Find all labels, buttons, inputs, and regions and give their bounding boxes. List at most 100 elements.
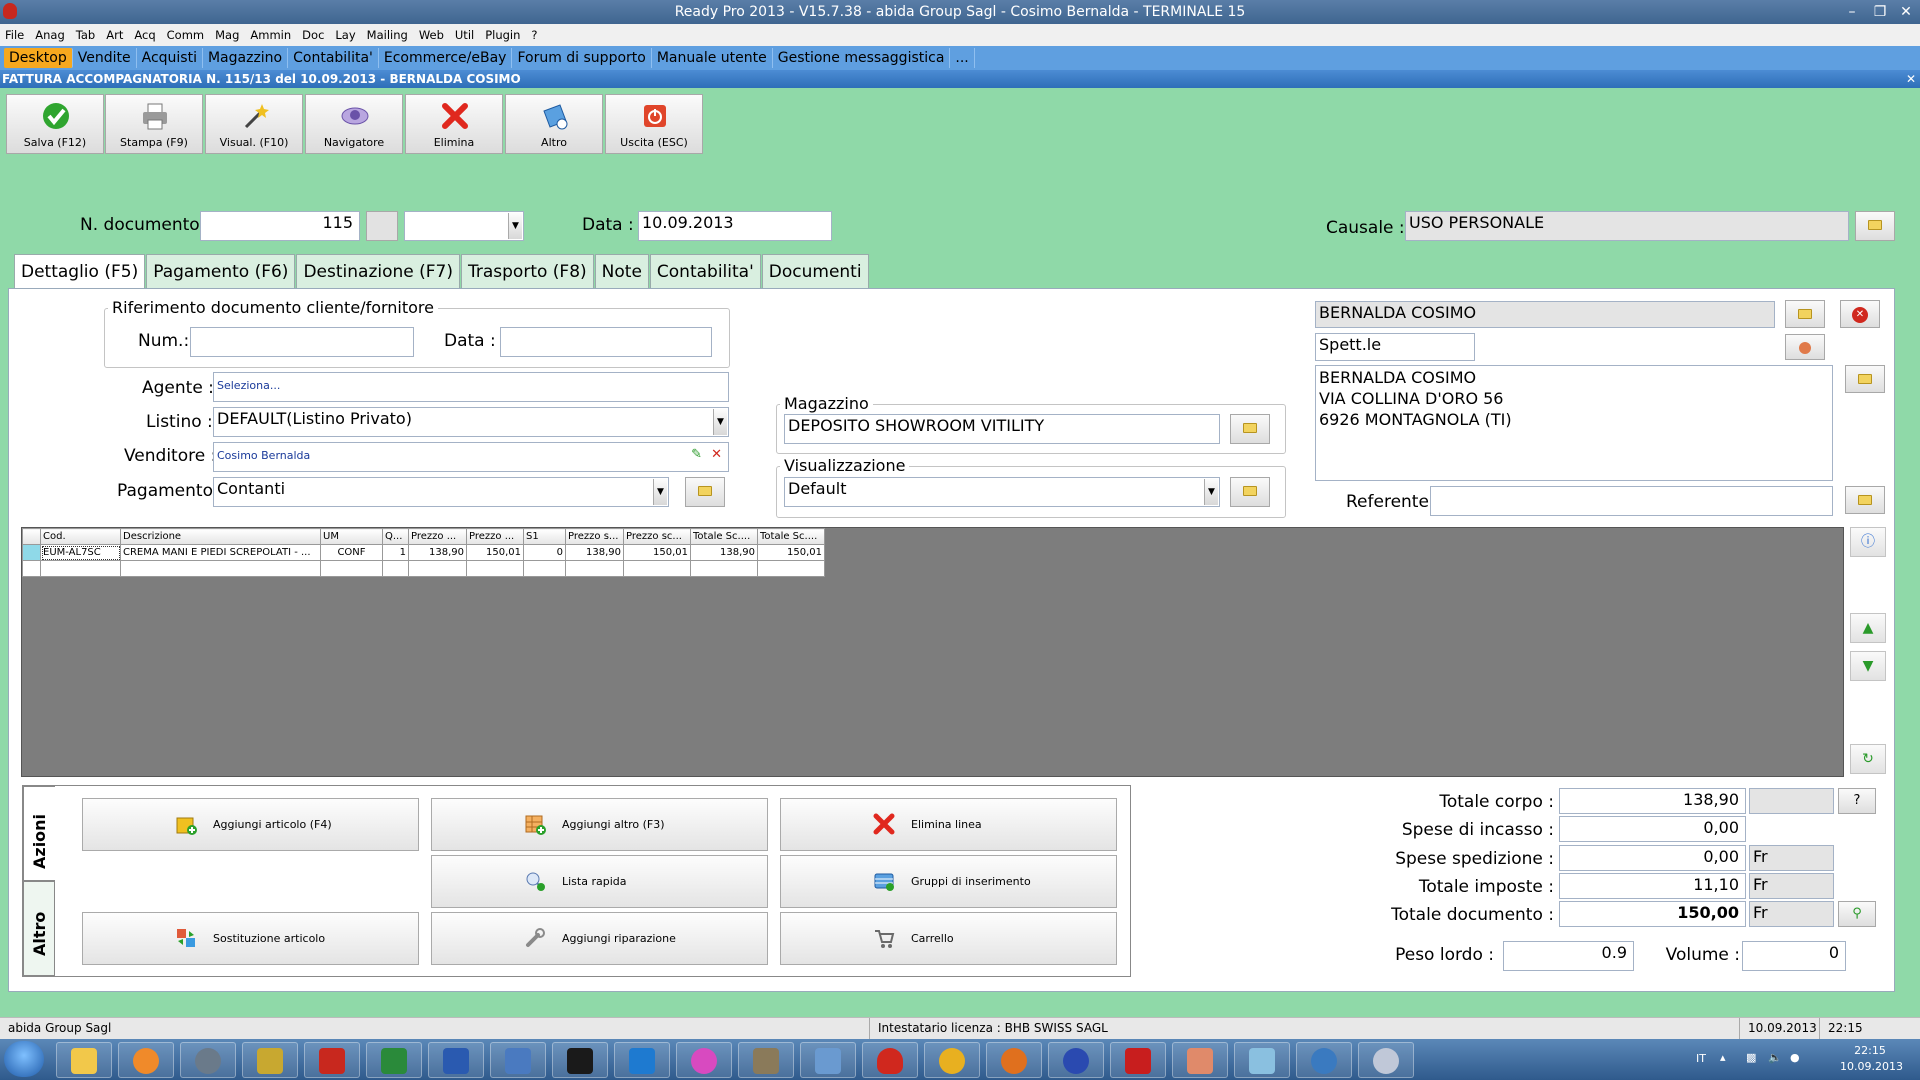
menu-plugin[interactable]: Plugin [485,28,520,42]
clock-date[interactable]: 10.09.2013 [1840,1060,1903,1073]
move-up-button[interactable]: ▲ [1850,613,1886,643]
menu-acq[interactable]: Acq [134,28,155,42]
listino-select[interactable]: DEFAULT(Listino Privato) ▼ [213,407,729,437]
column-header[interactable]: Cod. [40,528,121,545]
column-header[interactable]: Prezzo s... [565,528,624,545]
start-button[interactable] [4,1041,44,1077]
menu-mag[interactable]: Mag [215,28,239,42]
taskbar-app-3[interactable] [180,1042,236,1078]
cell-discount[interactable]: 0 [523,544,566,561]
tab-contabilita-doc[interactable]: Contabilita' [649,254,761,288]
refresh-button[interactable]: ↻ [1850,744,1886,774]
tab-desktop[interactable]: Desktop [4,48,73,68]
add-article-button[interactable]: Aggiungi articolo (F4) [82,798,419,851]
recalculate-button[interactable]: ⚲ [1838,901,1876,927]
taskbar-app-19[interactable] [1172,1042,1228,1078]
move-down-button[interactable]: ▼ [1850,651,1886,681]
table-row[interactable]: EUM-AL7SC CREMA MANI E PIEDI SCREPOLATI … [22,544,825,561]
table-row-empty[interactable] [22,560,825,577]
customer-name-field[interactable]: BERNALDA COSIMO [1315,301,1775,328]
column-header[interactable]: Totale Sc.... [690,528,758,545]
taskbar-network[interactable] [490,1042,546,1078]
add-repair-button[interactable]: Aggiungi riparazione [431,912,768,965]
address-lookup-button[interactable] [1845,365,1885,393]
menu-web[interactable]: Web [419,28,444,42]
column-header[interactable]: Descrizione [120,528,321,545]
chevron-down-icon[interactable]: ▼ [508,213,522,239]
cell-discounted-price-vat[interactable]: 150,01 [623,544,691,561]
pagamento-select[interactable]: Contanti ▼ [213,477,669,507]
referente-field[interactable] [1430,486,1833,516]
menu-help[interactable]: ? [531,28,537,42]
taskbar-app-17[interactable] [1048,1042,1104,1078]
close-icon[interactable]: ✕ [1894,2,1918,22]
customer-lookup-button[interactable] [1785,300,1825,328]
navigator-button[interactable]: Navigatore [305,94,403,154]
taskbar-app-20[interactable] [1234,1042,1290,1078]
clock-time[interactable]: 22:15 [1840,1044,1900,1057]
tab-pagamento[interactable]: Pagamento (F6) [146,254,296,288]
menu-anag[interactable]: Anag [35,28,65,42]
insert-groups-button[interactable]: Gruppi di inserimento [780,855,1117,908]
volume-field[interactable]: 0 [1742,941,1846,971]
tab-ecommerce[interactable]: Ecommerce/eBay [379,48,513,68]
cell-code[interactable]: EUM-AL7SC [40,544,121,561]
network-tray-icon[interactable]: ▩ [1746,1051,1756,1064]
menu-comm[interactable]: Comm [167,28,204,42]
column-header[interactable]: Prezzo ... [466,528,524,545]
taskbar-pm[interactable] [552,1042,608,1078]
tab-contabilita[interactable]: Contabilita' [288,48,379,68]
referente-lookup-button[interactable] [1845,486,1885,514]
cell-price[interactable]: 138,90 [408,544,467,561]
document-lines-grid[interactable]: Cod. Descrizione UM Q... Prezzo ... Prez… [21,527,1844,777]
more-button[interactable]: Altro [505,94,603,154]
tab-documenti[interactable]: Documenti [761,254,869,288]
cart-button[interactable]: Carrello [780,912,1117,965]
cell-description[interactable]: CREMA MANI E PIEDI SCREPOLATI - ... [120,544,321,561]
help-button[interactable]: ? [1838,788,1876,814]
quick-list-button[interactable]: Lista rapida [431,855,768,908]
column-header[interactable]: Q... [382,528,409,545]
menu-mailing[interactable]: Mailing [367,28,408,42]
minimize-icon[interactable]: – [1840,2,1864,22]
causale-lookup-button[interactable] [1855,211,1895,241]
taskbar-acrobat[interactable] [1110,1042,1166,1078]
customer-address-box[interactable]: BERNALDA COSIMO VIA COLLINA D'ORO 56 692… [1315,365,1833,481]
tab-trasporto[interactable]: Trasporto (F8) [460,254,594,288]
cell-total-vat[interactable]: 150,01 [757,544,825,561]
magazzino-field[interactable]: DEPOSITO SHOWROOM VITILITY [784,414,1220,444]
taskbar-remote[interactable] [800,1042,856,1078]
side-tab-altro[interactable]: Altro [23,881,55,976]
edit-icon[interactable]: ✎ [691,443,702,467]
visualizzazione-lookup-button[interactable] [1230,477,1270,507]
cell-um[interactable]: CONF [320,544,383,561]
taskbar-word[interactable] [428,1042,484,1078]
column-header[interactable]: Prezzo sc... [623,528,691,545]
cell-discounted-price[interactable]: 138,90 [565,544,624,561]
salutation-field[interactable]: Spett.le [1315,333,1475,361]
preview-button[interactable]: Visual. (F10) [205,94,303,154]
chevron-down-icon[interactable]: ▼ [713,409,727,435]
menu-ammin[interactable]: Ammin [250,28,291,42]
customer-remove-button[interactable]: ✕ [1840,300,1880,328]
tray-arrow-icon[interactable]: ▴ [1720,1051,1726,1064]
visualizzazione-select[interactable]: Default ▼ [784,477,1220,507]
taskbar-app-21[interactable] [1296,1042,1352,1078]
pagamento-lookup-button[interactable] [685,477,725,507]
taskbar-readypro[interactable] [862,1042,918,1078]
replace-article-button[interactable]: Sostituzione articolo [82,912,419,965]
taskbar-filezilla[interactable] [304,1042,360,1078]
side-tab-azioni[interactable]: Azioni [23,786,55,881]
close-document-icon[interactable]: ✕ [1906,70,1916,88]
reference-date-field[interactable] [500,327,712,357]
tab-note[interactable]: Note [594,254,649,288]
menu-doc[interactable]: Doc [302,28,324,42]
restore-icon[interactable]: ❐ [1868,2,1892,22]
column-header[interactable]: UM [320,528,383,545]
clear-icon[interactable]: ✕ [711,443,722,467]
print-button[interactable]: Stampa (F9) [105,94,203,154]
tab-destinazione[interactable]: Destinazione (F7) [296,254,460,288]
document-date-field[interactable]: 10.09.2013 [638,211,832,241]
tab-manuale[interactable]: Manuale utente [652,48,773,68]
language-indicator[interactable]: IT [1696,1052,1706,1065]
